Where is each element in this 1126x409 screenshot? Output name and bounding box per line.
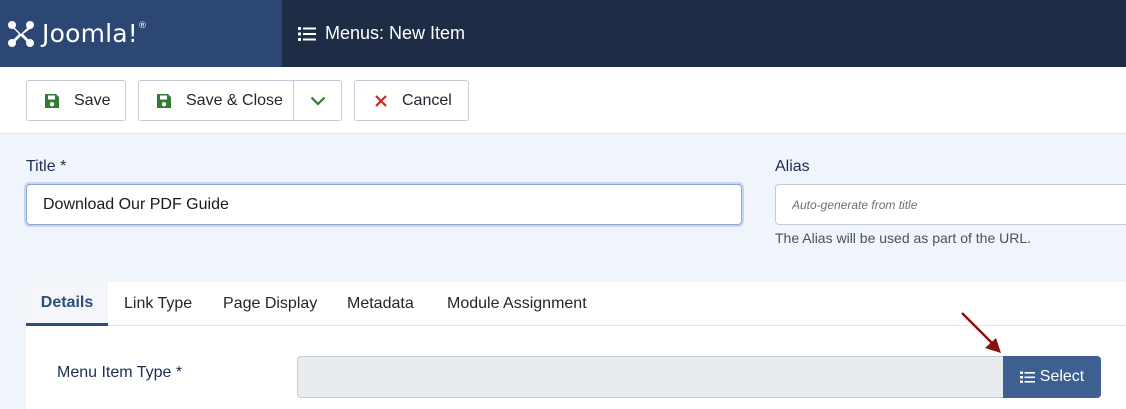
- select-menu-item-type-button[interactable]: Select: [1003, 356, 1101, 398]
- title-input[interactable]: [26, 184, 742, 225]
- tab-metadata[interactable]: Metadata: [347, 282, 414, 326]
- app-header: Joomla!® Menus: New Item: [0, 0, 1126, 67]
- alias-label: Alias: [775, 158, 810, 175]
- tab-link-type[interactable]: Link Type: [124, 282, 192, 326]
- title-label: Title *: [26, 158, 67, 175]
- logo-text: Joomla!®: [42, 19, 148, 48]
- save-button-label: Save: [74, 91, 111, 109]
- cancel-button[interactable]: Cancel: [354, 80, 469, 121]
- joomla-logo-icon: [8, 20, 34, 47]
- menu-item-type-label: Menu Item Type *: [57, 364, 183, 381]
- close-icon: [375, 94, 387, 107]
- floppy-disk-icon: [44, 93, 60, 109]
- save-close-button-label: Save & Close: [186, 91, 283, 109]
- tab-details[interactable]: Details: [26, 282, 108, 326]
- save-close-button[interactable]: Save & Close: [138, 80, 342, 121]
- save-options-dropdown[interactable]: [293, 81, 342, 120]
- select-button-label: Select: [1039, 368, 1085, 385]
- menu-item-type-field: [297, 356, 1004, 398]
- toolbar: Save Save & Close Cancel: [0, 67, 1126, 134]
- annotation-arrow-icon: [961, 312, 1001, 353]
- floppy-disk-icon: [156, 93, 172, 109]
- logo[interactable]: Joomla!®: [0, 0, 282, 67]
- save-button[interactable]: Save: [26, 80, 126, 121]
- tab-page-display[interactable]: Page Display: [223, 282, 317, 326]
- page-title-text: Menus: New Item: [325, 23, 466, 43]
- page-title: Menus: New Item: [298, 0, 465, 67]
- chevron-down-icon: [310, 96, 326, 106]
- cancel-button-label: Cancel: [402, 91, 452, 109]
- alias-help-text: The Alias will be used as part of the UR…: [775, 230, 1032, 246]
- list-icon: [298, 26, 316, 41]
- alias-input[interactable]: [775, 184, 1126, 225]
- list-icon: [1019, 371, 1035, 384]
- tab-module-assignment[interactable]: Module Assignment: [447, 282, 587, 326]
